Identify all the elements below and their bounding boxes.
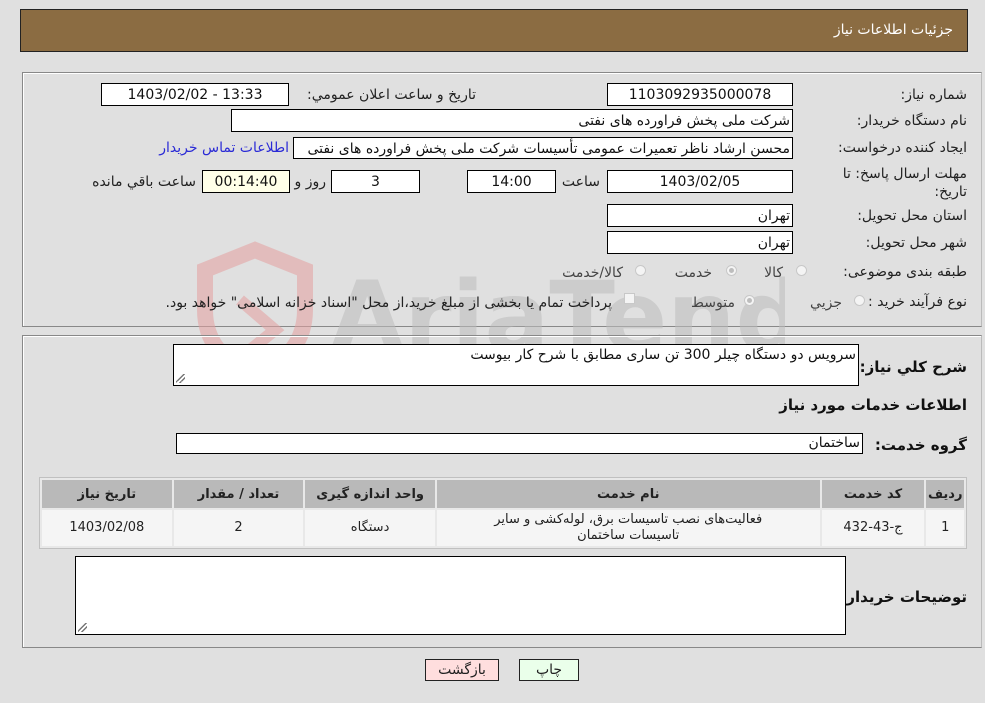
purchase-type-option-medium: متوسط: [691, 295, 735, 311]
cell-service-code: ج-43-432: [821, 510, 925, 546]
province-label: استان محل تحويل:: [857, 208, 967, 224]
purchase-type-option-minor: جزيي: [810, 295, 842, 311]
cell-service-name: فعالیت‌های نصب تاسیسات برق، لوله‌کشی و س…: [436, 510, 820, 546]
category-radio-goods[interactable]: [796, 265, 807, 276]
remaining-time-label: ساعت باقي مانده: [92, 174, 196, 190]
buyer-notes-label: توضيحات خريدار:: [840, 588, 967, 606]
col-need-date: تاريخ نياز: [42, 480, 172, 508]
col-unit: واحد اندازه گيری: [305, 480, 435, 508]
buyer-contact-link[interactable]: اطلاعات تماس خريدار: [159, 140, 289, 156]
col-quantity: تعداد / مقدار: [173, 480, 304, 508]
requester-field: محسن ارشاد ناظر تعمیرات عمومی تأسیسات شر…: [293, 137, 793, 159]
col-service-code: کد خدمت: [821, 480, 925, 508]
category-radio-service[interactable]: [726, 265, 737, 276]
remaining-days-field: 3: [331, 170, 420, 193]
service-group-field: ساختمان: [176, 433, 863, 454]
category-radio-goods-service[interactable]: [635, 265, 646, 276]
announce-datetime-label: تاريخ و ساعت اعلان عمومي:: [307, 87, 476, 103]
city-label: شهر محل تحويل:: [865, 235, 967, 251]
need-number-field: 1103092935000078: [607, 83, 793, 106]
purchase-type-radio-medium[interactable]: [744, 295, 755, 306]
description-label: شرح کلي نياز:: [859, 358, 967, 376]
deadline-time-field: 14:00: [467, 170, 556, 193]
buyer-notes-textarea[interactable]: [75, 556, 846, 635]
category-option-goods-service: کالا/خدمت: [562, 265, 623, 281]
requester-label: ايجاد کننده درخواست:: [838, 140, 967, 156]
category-option-service: خدمت: [674, 265, 712, 281]
print-button[interactable]: چاپ: [519, 659, 579, 681]
buyer-org-field: شرکت ملی پخش فراورده های نفتی: [231, 109, 793, 132]
purchase-type-label: نوع فرآيند خريد :: [868, 294, 967, 310]
days-label: روز و: [294, 174, 327, 190]
col-service-name: نام خدمت: [436, 480, 820, 508]
table-header-row: رديف کد خدمت نام خدمت واحد اندازه گيری ت…: [42, 480, 964, 508]
deadline-date-field: 1403/02/05: [607, 170, 793, 193]
page-title: جزئیات اطلاعات نیاز: [833, 22, 953, 38]
buyer-org-label: نام دستگاه خريدار:: [856, 113, 967, 129]
col-row-number: رديف: [926, 480, 964, 508]
cell-need-date: 1403/02/08: [42, 510, 172, 546]
deadline-time-label: ساعت: [561, 174, 600, 190]
province-field: تهران: [607, 204, 793, 227]
table-row: 1 ج-43-432 فعالیت‌های نصب تاسیسات برق، ل…: [42, 510, 964, 546]
resize-grip-icon[interactable]: [78, 623, 87, 632]
services-table: رديف کد خدمت نام خدمت واحد اندازه گيری ت…: [39, 477, 967, 549]
cell-quantity: 2: [173, 510, 304, 546]
need-number-label: شماره نیاز:: [900, 87, 968, 103]
resize-grip-icon[interactable]: [176, 374, 185, 383]
cell-unit: دستگاه: [305, 510, 435, 546]
treasury-checkbox[interactable]: [624, 293, 635, 304]
services-section-title: اطلاعات خدمات مورد نياز: [779, 396, 967, 414]
purchase-type-radio-minor[interactable]: [854, 295, 865, 306]
page-header: جزئیات اطلاعات نیاز: [20, 9, 968, 52]
city-field: تهران: [607, 231, 793, 254]
treasury-checkbox-label: پرداخت تمام یا بخشی از مبلغ خرید،از محل …: [165, 295, 612, 311]
back-button[interactable]: بازگشت: [425, 659, 499, 681]
remaining-time-field: 00:14:40: [202, 170, 290, 193]
cell-row-number: 1: [926, 510, 964, 546]
category-label: طبقه بندی موضوعی:: [843, 264, 967, 280]
category-option-goods: کالا: [764, 265, 783, 281]
description-text: سرویس دو دستگاه چیلر 300 تن ساری مطابق ب…: [470, 347, 856, 363]
announce-datetime-field: 1403/02/02 - 13:33: [101, 83, 289, 106]
deadline-label: مهلت ارسال پاسخ: تا تاریخ:: [842, 166, 967, 200]
description-textarea[interactable]: سرویس دو دستگاه چیلر 300 تن ساری مطابق ب…: [173, 344, 859, 386]
service-group-label: گروه خدمت:: [874, 436, 967, 454]
